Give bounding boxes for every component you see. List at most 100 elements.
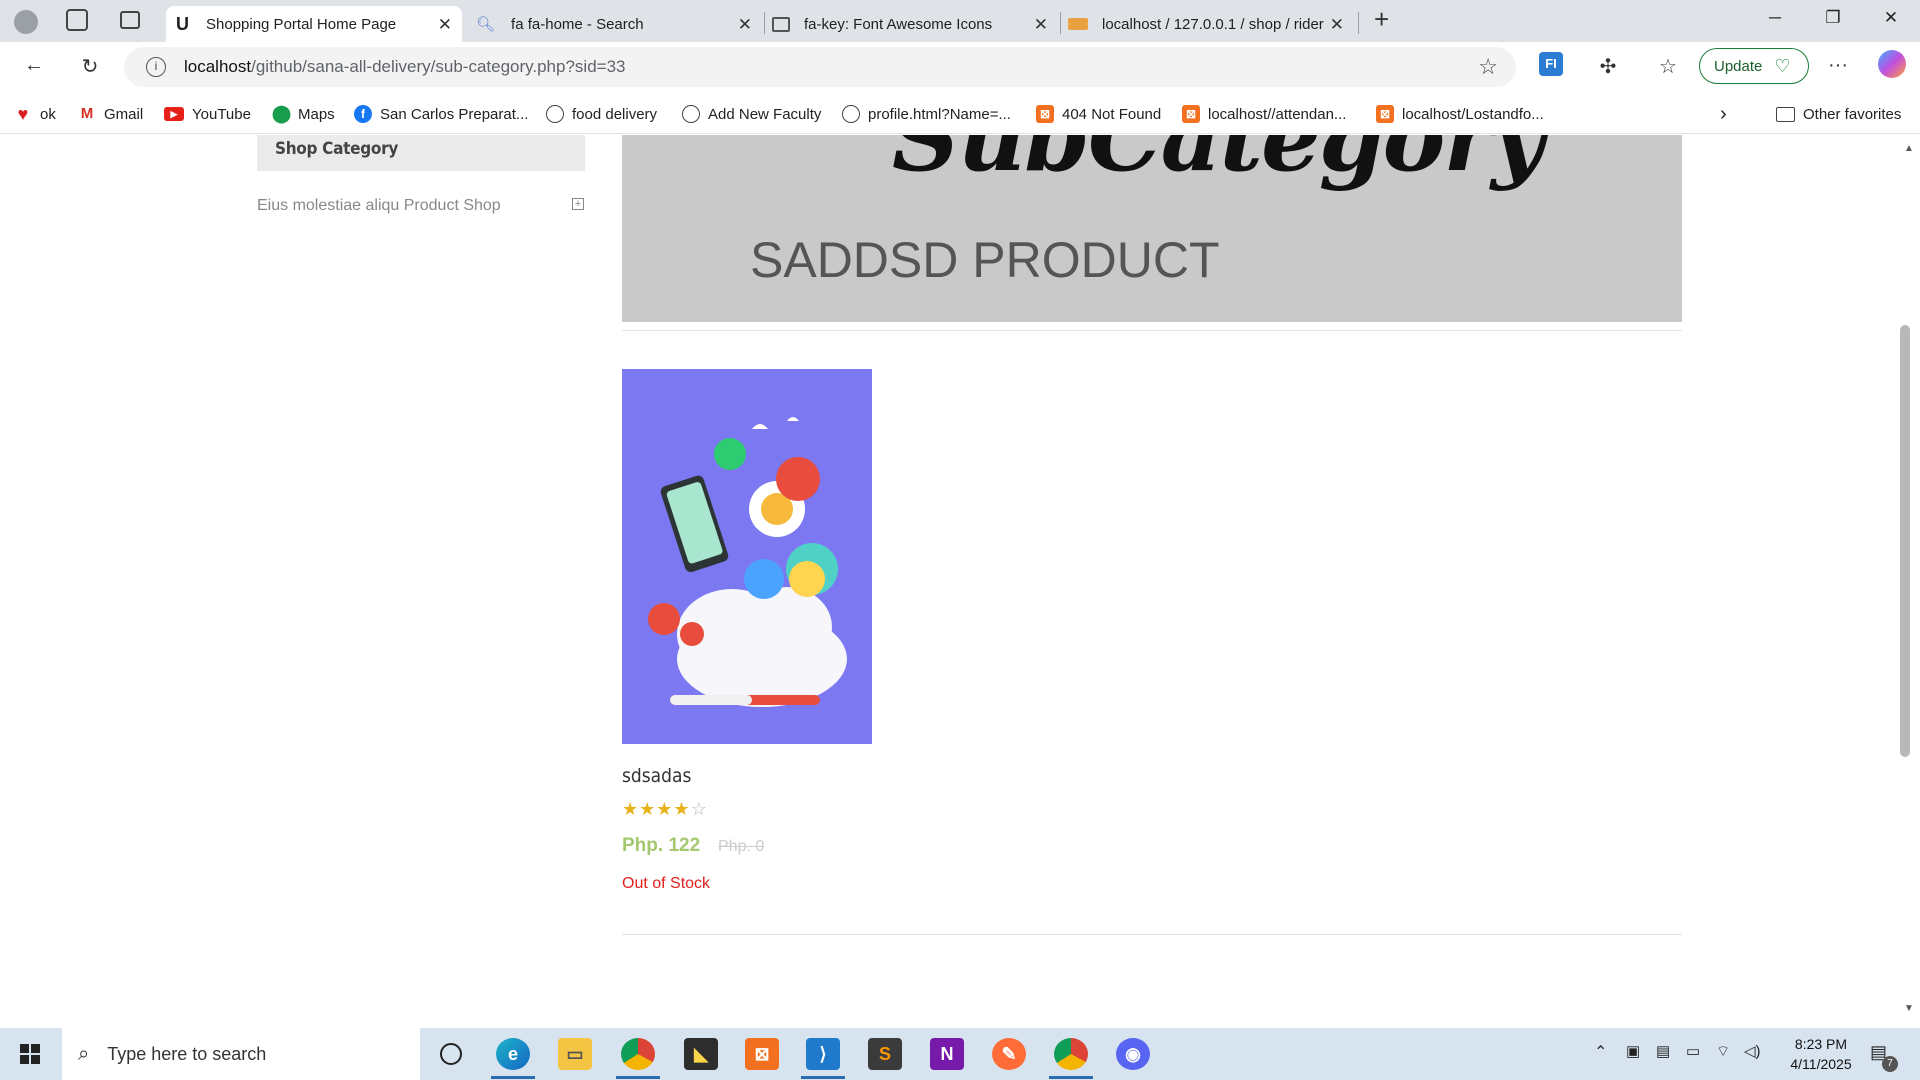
reload-icon[interactable]: ↻ bbox=[76, 54, 104, 79]
tab-phpmyadmin[interactable]: localhost / 127.0.0.1 / shop / rider ✕ bbox=[1064, 6, 1354, 42]
bookmark-label: food delivery bbox=[572, 105, 658, 123]
profile-icon[interactable] bbox=[14, 10, 38, 34]
scroll-up-icon[interactable]: ▲ bbox=[1904, 143, 1914, 154]
tab-font-awesome[interactable]: fa-key: Font Awesome Icons ✕ bbox=[768, 6, 1058, 42]
youtube-icon: ▶ bbox=[164, 107, 184, 121]
scrollbar-thumb[interactable] bbox=[1900, 325, 1910, 757]
banner-title: SADDSD PRODUCT bbox=[750, 232, 1220, 288]
facebook-icon: f bbox=[354, 105, 372, 123]
bookmark-label: localhost//attendan... bbox=[1208, 105, 1347, 123]
bookmark-add-new-faculty[interactable]: Add New Faculty bbox=[682, 102, 821, 126]
favorites-icon[interactable]: ☆ bbox=[1654, 54, 1682, 79]
product-name[interactable]: sdsadas bbox=[622, 765, 691, 787]
bookmark-label: San Carlos Preparat... bbox=[380, 105, 529, 123]
sublime-text-icon[interactable]: S bbox=[868, 1038, 902, 1070]
minimize-icon[interactable]: ─ bbox=[1752, 8, 1798, 28]
show-hidden-icons-icon[interactable]: ⌃ bbox=[1594, 1042, 1607, 1062]
taskbar-search-box[interactable]: ⌕ Type here to search bbox=[62, 1028, 420, 1080]
search-icon: ⌕ bbox=[78, 1042, 90, 1065]
new-tab-icon[interactable]: + bbox=[1374, 4, 1389, 35]
shop-category-heading: Shop Category bbox=[257, 135, 585, 171]
postman-icon[interactable]: ✎ bbox=[992, 1038, 1026, 1070]
scroll-down-icon[interactable]: ▼ bbox=[1904, 1003, 1914, 1014]
page-content: Shop Category Eius molestiae aliqu Produ… bbox=[0, 135, 1920, 1027]
url-path: /github/sana-all-delivery/sub-category.p… bbox=[251, 57, 626, 76]
bookmark-maps[interactable]: ⬤ Maps bbox=[272, 102, 335, 126]
xampp-icon: ⊠ bbox=[1376, 105, 1394, 123]
tab-actions-icon[interactable] bbox=[120, 11, 140, 29]
browser-toolbar: ← ↻ i localhost/github/sana-all-delivery… bbox=[0, 42, 1920, 94]
close-tab-icon[interactable]: ✕ bbox=[1034, 15, 1048, 35]
copilot-icon[interactable] bbox=[1878, 50, 1906, 78]
chrome-profile-icon[interactable] bbox=[1054, 1038, 1088, 1070]
banner-script-heading: SubCategory bbox=[892, 135, 1545, 193]
expand-plus-icon[interactable]: + bbox=[572, 198, 584, 210]
restore-icon[interactable]: ❐ bbox=[1810, 8, 1856, 28]
globe-icon bbox=[682, 105, 700, 123]
image-icon bbox=[772, 16, 790, 32]
windows-start-icon[interactable] bbox=[20, 1044, 40, 1064]
other-favorites[interactable]: Other favorites bbox=[1776, 102, 1901, 126]
bookmark-ok[interactable]: ♥ ok bbox=[14, 102, 56, 126]
bookmark-lostandfound[interactable]: ⊠ localhost/Lostandfo... bbox=[1376, 102, 1544, 126]
update-button[interactable]: Update ♡ bbox=[1699, 48, 1809, 84]
sticky-notes-icon[interactable]: ◣ bbox=[684, 1038, 718, 1070]
back-icon[interactable]: ← bbox=[20, 54, 48, 77]
meet-now-icon[interactable]: ▣ bbox=[1626, 1042, 1640, 1060]
favorite-star-icon[interactable]: ☆ bbox=[1478, 54, 1498, 80]
discord-icon[interactable]: ◉ bbox=[1116, 1038, 1150, 1070]
tab-title: Shopping Portal Home Page bbox=[206, 15, 397, 33]
bookmark-san-carlos[interactable]: f San Carlos Preparat... bbox=[354, 102, 528, 126]
bookmarks-overflow-icon[interactable]: › bbox=[1720, 102, 1727, 126]
url-host: localhost bbox=[184, 57, 252, 76]
wifi-icon[interactable]: ⌔ bbox=[1716, 1042, 1730, 1061]
tab-title: fa fa-home - Search bbox=[511, 15, 644, 33]
bookmark-label: YouTube bbox=[192, 105, 251, 123]
volume-icon[interactable]: ◁) bbox=[1744, 1042, 1761, 1060]
close-tab-icon[interactable]: ✕ bbox=[438, 15, 452, 35]
globe-icon bbox=[842, 105, 860, 123]
bookmark-food-delivery[interactable]: food delivery bbox=[546, 102, 657, 126]
bookmark-gmail[interactable]: M Gmail bbox=[78, 102, 143, 126]
close-window-icon[interactable]: ✕ bbox=[1868, 8, 1914, 28]
vscode-icon[interactable]: ⟩ bbox=[806, 1038, 840, 1070]
xampp-icon: ⊠ bbox=[1182, 105, 1200, 123]
more-options-icon[interactable]: ··· bbox=[1824, 54, 1852, 77]
cortana-icon[interactable] bbox=[440, 1043, 462, 1065]
subcategory-banner: SubCategory SADDSD PRODUCT bbox=[622, 135, 1682, 322]
product-old-price: Php. 0 bbox=[718, 838, 765, 855]
bookmark-profile[interactable]: profile.html?Name=... bbox=[842, 102, 1011, 126]
bookmark-404[interactable]: ⊠ 404 Not Found bbox=[1036, 102, 1161, 126]
display-icon[interactable]: ▤ bbox=[1656, 1042, 1670, 1060]
chrome-icon[interactable] bbox=[621, 1038, 655, 1070]
tab-favicon-icon: U bbox=[176, 13, 189, 34]
battery-icon[interactable]: ▭ bbox=[1686, 1042, 1700, 1060]
font-identifier-extension-icon[interactable]: FI bbox=[1539, 52, 1563, 76]
divider bbox=[622, 934, 1682, 935]
sidebar-category-link[interactable]: Eius molestiae aliqu Product Shop bbox=[257, 197, 501, 215]
file-explorer-icon[interactable]: ▭ bbox=[558, 1038, 592, 1070]
folder-icon bbox=[1776, 106, 1795, 122]
star-filled-icon: ★ bbox=[622, 799, 640, 819]
update-label: Update bbox=[1714, 57, 1763, 75]
bookmark-attendance[interactable]: ⊠ localhost//attendan... bbox=[1182, 102, 1346, 126]
stock-status: Out of Stock bbox=[622, 875, 711, 892]
update-heart-icon: ♡ bbox=[1774, 55, 1791, 76]
tab-fa-home-search[interactable]: 🔍︎ fa fa-home - Search ✕ bbox=[466, 6, 762, 42]
workspaces-icon[interactable] bbox=[66, 9, 88, 31]
extensions-icon[interactable]: ✣ bbox=[1594, 54, 1622, 79]
product-image[interactable] bbox=[622, 369, 872, 744]
maps-icon: ⬤ bbox=[272, 104, 292, 123]
edge-icon[interactable]: e bbox=[496, 1038, 530, 1070]
address-bar[interactable]: i localhost/github/sana-all-delivery/sub… bbox=[124, 47, 1516, 87]
tab-shopping-portal[interactable]: U Shopping Portal Home Page ✕ bbox=[166, 6, 462, 42]
xampp-icon[interactable]: ⊠ bbox=[745, 1038, 779, 1070]
clock[interactable]: 8:23 PM 4/11/2025 bbox=[1776, 1034, 1866, 1074]
site-info-icon[interactable]: i bbox=[146, 57, 166, 77]
star-empty-icon: ☆ bbox=[690, 799, 708, 819]
onenote-icon[interactable]: N bbox=[930, 1038, 964, 1070]
close-tab-icon[interactable]: ✕ bbox=[738, 15, 752, 35]
bookmark-youtube[interactable]: ▶ YouTube bbox=[164, 102, 251, 126]
search-placeholder: Type here to search bbox=[107, 1043, 267, 1064]
close-tab-icon[interactable]: ✕ bbox=[1330, 15, 1344, 35]
